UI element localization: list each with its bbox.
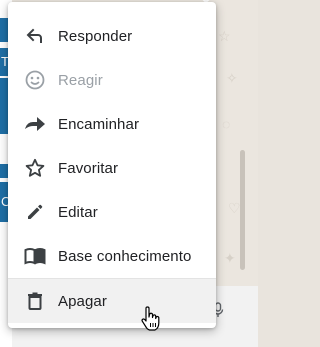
star-icon (24, 157, 46, 179)
menu-item-reply[interactable]: Responder (8, 14, 216, 58)
doodle-icon: ✧ (226, 70, 238, 86)
doodle-icon: ☆ (218, 28, 231, 44)
menu-item-react[interactable]: Reagir (8, 58, 216, 102)
menu-item-delete[interactable]: Apagar (8, 279, 216, 323)
doodle-icon: ♡ (228, 200, 241, 216)
doodle-icon: ✦ (224, 250, 236, 266)
hand-pointer-cursor-icon (141, 306, 160, 331)
menu-item-label: Encaminhar (58, 115, 140, 133)
menu-item-favorite[interactable]: Favoritar (8, 146, 216, 190)
trash-icon (24, 290, 46, 312)
menu-item-forward[interactable]: Encaminhar (8, 102, 216, 146)
menu-item-label: Reagir (58, 71, 103, 89)
forward-icon (24, 113, 46, 135)
menu-item-knowledge-base[interactable]: Base conhecimento (8, 234, 216, 278)
menu-item-label: Apagar (58, 292, 107, 310)
menu-item-label: Responder (58, 27, 133, 45)
menu-item-label: Base conhecimento (58, 247, 192, 265)
message-context-menu: Responder Reagir Encaminhar Favoritar Ed… (8, 2, 216, 328)
chat-scrollbar[interactable] (240, 150, 245, 270)
menu-item-label: Favoritar (58, 159, 119, 177)
doodle-icon: ◌ (222, 116, 231, 132)
pencil-icon (24, 201, 46, 223)
emoji-icon (24, 69, 46, 91)
menu-item-label: Editar (58, 203, 98, 221)
reply-icon (24, 25, 46, 47)
book-icon (24, 245, 46, 267)
menu-item-edit[interactable]: Editar (8, 190, 216, 234)
